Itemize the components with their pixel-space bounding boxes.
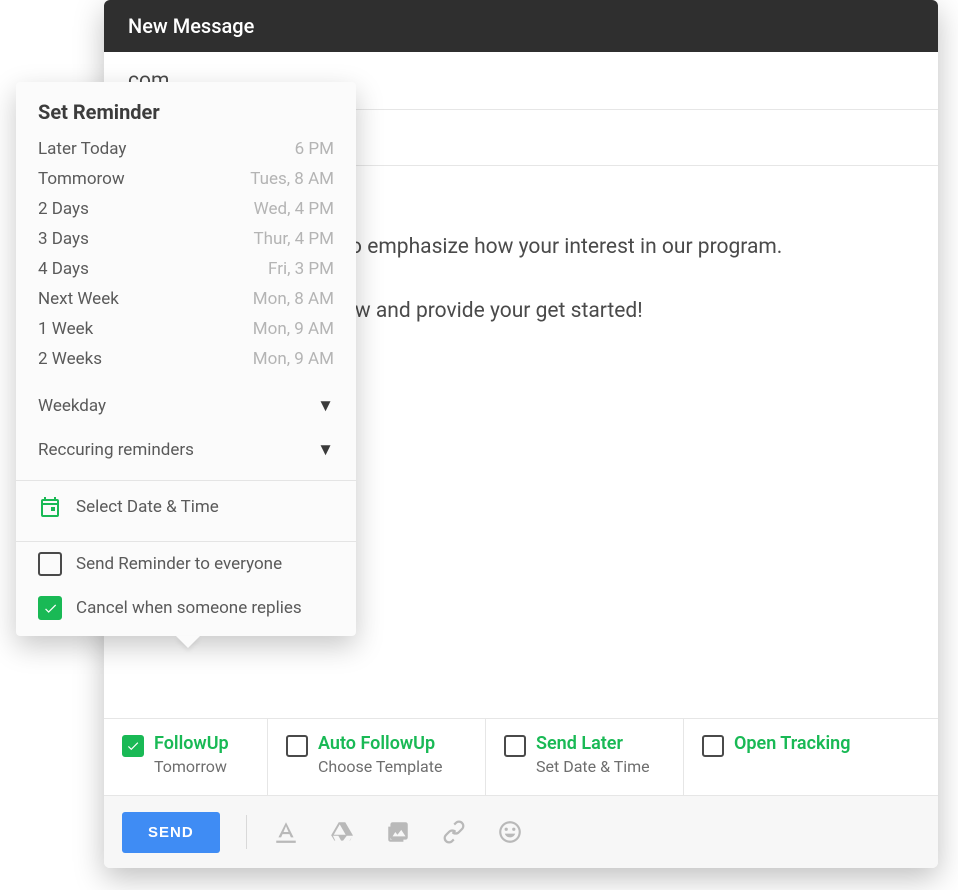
option-auto-followup[interactable]: Auto FollowUp Choose Template bbox=[268, 719, 486, 795]
send-reminder-everyone-checkbox[interactable]: Send Reminder to everyone bbox=[16, 542, 356, 586]
checkbox-unchecked-icon bbox=[702, 735, 724, 757]
reminder-preset-3-days[interactable]: 3 Days Thur, 4 PM bbox=[16, 224, 356, 254]
drive-icon[interactable] bbox=[329, 819, 355, 845]
option-send-later-title: Send Later bbox=[536, 733, 650, 755]
reminder-preset-4-days[interactable]: 4 Days Fri, 3 PM bbox=[16, 254, 356, 284]
select-date-time-button[interactable]: Select Date & Time bbox=[16, 481, 356, 533]
set-reminder-popover: Set Reminder Later Today 6 PM Tommorow T… bbox=[16, 82, 356, 636]
checkbox-checked-icon bbox=[122, 735, 144, 757]
text-format-icon[interactable] bbox=[273, 819, 299, 845]
option-followup-sub: Tomorrow bbox=[154, 757, 229, 776]
recurring-dropdown[interactable]: Reccuring reminders ▼ bbox=[16, 428, 356, 472]
option-auto-followup-title: Auto FollowUp bbox=[318, 733, 442, 755]
chevron-down-icon: ▼ bbox=[317, 396, 334, 416]
checkbox-unchecked-icon bbox=[504, 735, 526, 757]
option-auto-followup-sub: Choose Template bbox=[318, 757, 442, 776]
emoji-icon[interactable] bbox=[497, 819, 523, 845]
send-button[interactable]: SEND bbox=[122, 812, 220, 853]
option-open-tracking[interactable]: Open Tracking bbox=[684, 719, 938, 795]
checkbox-unchecked-icon bbox=[38, 552, 62, 576]
option-followup[interactable]: FollowUp Tomorrow bbox=[104, 719, 268, 795]
feature-options-bar: FollowUp Tomorrow Auto FollowUp Choose T… bbox=[104, 718, 938, 796]
chevron-down-icon: ▼ bbox=[317, 440, 334, 460]
window-title: New Message bbox=[104, 0, 938, 52]
checkbox-unchecked-icon bbox=[286, 735, 308, 757]
reminder-preset-1-week[interactable]: 1 Week Mon, 9 AM bbox=[16, 314, 356, 344]
image-icon[interactable] bbox=[385, 819, 411, 845]
vertical-separator bbox=[246, 815, 247, 849]
weekday-dropdown[interactable]: Weekday ▼ bbox=[16, 384, 356, 428]
option-send-later-sub: Set Date & Time bbox=[536, 757, 650, 776]
reminder-preset-tomorrow[interactable]: Tommorow Tues, 8 AM bbox=[16, 164, 356, 194]
send-toolbar: SEND bbox=[104, 796, 938, 868]
option-followup-title: FollowUp bbox=[154, 733, 229, 755]
reminder-preset-2-weeks[interactable]: 2 Weeks Mon, 9 AM bbox=[16, 344, 356, 374]
option-send-later[interactable]: Send Later Set Date & Time bbox=[486, 719, 684, 795]
reminder-preset-next-week[interactable]: Next Week Mon, 8 AM bbox=[16, 284, 356, 314]
reminder-preset-2-days[interactable]: 2 Days Wed, 4 PM bbox=[16, 194, 356, 224]
calendar-icon bbox=[38, 495, 62, 519]
link-icon[interactable] bbox=[441, 819, 467, 845]
reminder-preset-later-today[interactable]: Later Today 6 PM bbox=[16, 134, 356, 164]
option-open-tracking-title: Open Tracking bbox=[734, 733, 850, 755]
checkbox-checked-icon bbox=[38, 596, 62, 620]
cancel-when-reply-checkbox[interactable]: Cancel when someone replies bbox=[16, 586, 356, 630]
popover-title: Set Reminder bbox=[16, 82, 356, 134]
